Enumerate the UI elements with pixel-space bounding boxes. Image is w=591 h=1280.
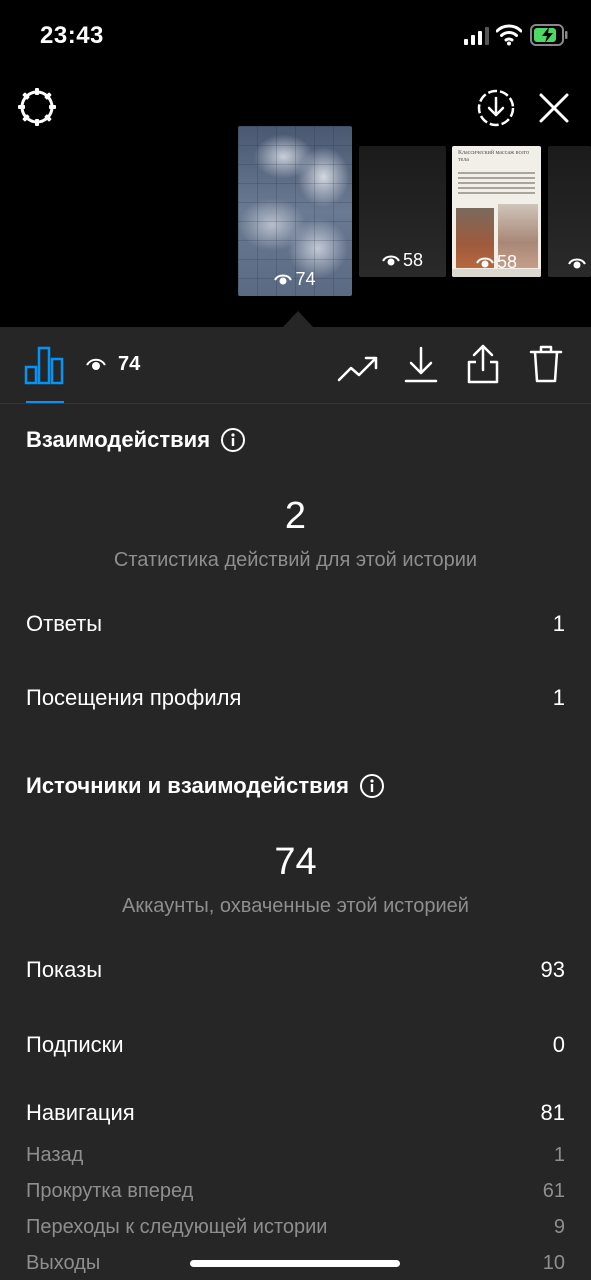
save-to-device-button[interactable] [474,86,518,130]
reach-total: 74 [274,841,317,883]
settings-gear-button[interactable] [16,86,58,128]
insights-panel: 74 Взаимодействия 2 Статистика действий … [0,327,591,1280]
eye-icon [86,358,106,370]
discovery-heading: Источники и взаимодействия [26,773,385,799]
story-thumbnail[interactable]: 58 [359,146,446,277]
discovery-title: Источники и взаимодействия [26,773,349,798]
info-icon[interactable] [220,427,246,453]
download-icon [404,346,438,383]
bar-chart-icon [24,346,64,385]
story-thumbnail-selected[interactable]: 74 [238,126,352,296]
nav-row-next-story: Переходы к следующей истории 9 [26,1216,565,1238]
thumbnail-views [548,257,591,271]
stat-row-impressions: Показы 93 [26,957,565,982]
home-indicator[interactable] [190,1260,400,1267]
battery-charging-icon [530,24,568,46]
interactions-caption: Статистика действий для этой истории [113,549,478,571]
delete-button[interactable] [527,343,565,385]
status-bar: 23:43 [0,0,591,72]
thumbnail-views: 58 [452,252,541,273]
status-time: 23:43 [40,22,104,49]
download-circle-icon [477,89,515,127]
thumbnail-view-count: 74 [295,269,316,289]
share-icon [467,344,499,384]
eye-icon [382,255,400,265]
story-thumbnail[interactable]: Классический массаж всего тела 58 [452,146,541,277]
trash-icon [529,345,563,383]
thumbnail-views: 58 [359,250,446,271]
tab-insights[interactable] [24,345,64,385]
interactions-title: Взаимодействия [26,427,211,452]
stat-row-replies: Ответы 1 [26,611,565,636]
nav-row-back: Назад 1 [26,1144,565,1166]
selected-story-pointer [283,311,313,327]
eye-icon [568,258,586,269]
thumbnail-view-count: 58 [496,252,518,272]
stat-row-follows: Подписки 0 [26,1032,565,1057]
tab-viewers[interactable]: 74 [86,353,140,376]
cellular-signal-icon [464,27,489,45]
promote-button[interactable] [337,349,379,389]
stat-row-profile-visits: Посещения профиля 1 [26,685,565,710]
close-icon [539,93,569,123]
close-button[interactable] [534,88,574,128]
interactions-heading: Взаимодействия [26,427,246,453]
active-tab-indicator [26,401,64,403]
interactions-total: 2 [284,495,307,537]
download-button[interactable] [402,345,440,385]
trending-up-icon [337,356,378,382]
gear-icon [18,88,56,126]
share-button[interactable] [464,343,502,385]
info-icon[interactable] [359,773,385,799]
insights-toolbar: 74 [0,327,591,404]
story-thumbnail[interactable] [548,146,591,277]
eye-icon [476,257,494,267]
reach-caption: Аккаунты, охваченные этой историей [122,895,469,917]
nav-row-forward: Прокрутка вперед 61 [26,1180,565,1202]
wifi-icon [496,24,522,46]
stat-row-navigation: Навигация 81 [26,1100,565,1125]
viewer-count: 74 [118,353,141,375]
thumbnail-view-count: 58 [402,250,424,270]
thumbnail-views: 74 [238,269,352,290]
eye-icon [274,274,293,284]
